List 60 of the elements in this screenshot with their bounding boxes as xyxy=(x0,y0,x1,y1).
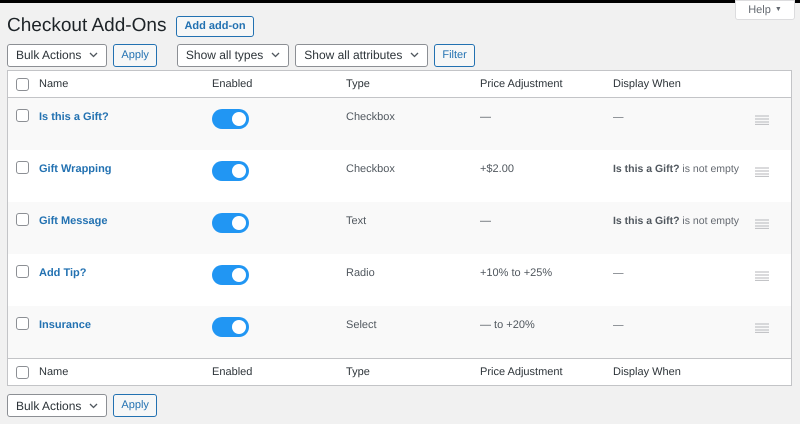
apply-button[interactable]: Apply xyxy=(113,394,157,417)
display-condition-text: Is this a Gift? is not empty xyxy=(613,163,740,175)
column-header[interactable]: Enabled xyxy=(212,78,252,90)
dropdown[interactable]: Show all types xyxy=(176,44,290,66)
column-header[interactable]: Display When xyxy=(613,78,681,90)
add-button[interactable]: Add add-on xyxy=(176,16,254,36)
checkbox[interactable] xyxy=(16,78,29,90)
toggle-switch[interactable] xyxy=(212,213,249,233)
price-text: — xyxy=(480,215,491,227)
toggle-switch[interactable] xyxy=(212,317,249,337)
toggle-switch[interactable] xyxy=(212,161,249,181)
column-header[interactable]: Type xyxy=(346,78,370,90)
add-on-name-link[interactable]: Gift Wrapping xyxy=(39,163,112,175)
type-text: Select xyxy=(346,319,377,331)
column-header[interactable]: Display When xyxy=(613,366,681,378)
dropdown[interactable]: Bulk Actions xyxy=(7,394,108,417)
display-condition-text: Is this a Gift? is not empty xyxy=(613,215,740,227)
display-condition-text: — xyxy=(613,319,624,331)
type-text: Checkbox xyxy=(346,111,395,123)
add-on-name-link[interactable]: Insurance xyxy=(39,319,91,331)
chevron-down-icon xyxy=(410,52,420,58)
column-header[interactable]: Enabled xyxy=(212,366,252,378)
drag-handle-icon[interactable] xyxy=(755,271,769,281)
column-header[interactable]: Name xyxy=(39,366,68,378)
column-header[interactable]: Price Adjustment xyxy=(480,366,563,378)
type-text: Text xyxy=(346,215,366,227)
column-header[interactable]: Name xyxy=(39,78,68,90)
checkbox[interactable] xyxy=(16,265,29,278)
toggle-switch[interactable] xyxy=(212,265,249,285)
drag-handle-icon[interactable] xyxy=(755,219,769,229)
type-text: Radio xyxy=(346,267,375,279)
page-title: Checkout Add-Ons xyxy=(7,14,166,38)
add-on-name-link[interactable]: Add Tip? xyxy=(39,267,86,279)
chevron-down-icon xyxy=(271,52,280,58)
toggle-switch[interactable] xyxy=(212,109,249,129)
drag-handle-icon[interactable] xyxy=(755,115,769,125)
price-text: — to +20% xyxy=(480,319,535,331)
checkbox[interactable] xyxy=(16,317,29,330)
drag-handle-icon[interactable] xyxy=(755,167,769,177)
add-on-name-link[interactable]: Is this a Gift? xyxy=(39,111,109,123)
add-on-name-link[interactable]: Gift Message xyxy=(39,215,108,227)
column-header[interactable]: Type xyxy=(346,366,370,378)
chevron-down-icon xyxy=(89,52,98,58)
type-text: Checkbox xyxy=(346,163,395,175)
display-condition-text: — xyxy=(613,111,624,123)
price-text: +10% to +25% xyxy=(480,267,552,279)
price-text: +$2.00 xyxy=(480,163,514,175)
apply-button[interactable]: Apply xyxy=(113,44,157,66)
display-condition-text: — xyxy=(613,267,624,279)
price-text: — xyxy=(480,111,491,123)
checkbox[interactable] xyxy=(16,366,29,378)
filter-button[interactable]: Filter xyxy=(434,44,475,66)
checkbox[interactable] xyxy=(16,109,29,122)
chevron-down-icon xyxy=(89,402,98,408)
dropdown[interactable]: Show all attributes xyxy=(295,44,428,66)
dropdown[interactable]: Bulk Actions xyxy=(7,44,108,66)
checkbox[interactable] xyxy=(16,213,29,226)
drag-handle-icon[interactable] xyxy=(755,323,769,333)
checkbox[interactable] xyxy=(16,161,29,174)
column-header[interactable]: Price Adjustment xyxy=(480,78,563,90)
